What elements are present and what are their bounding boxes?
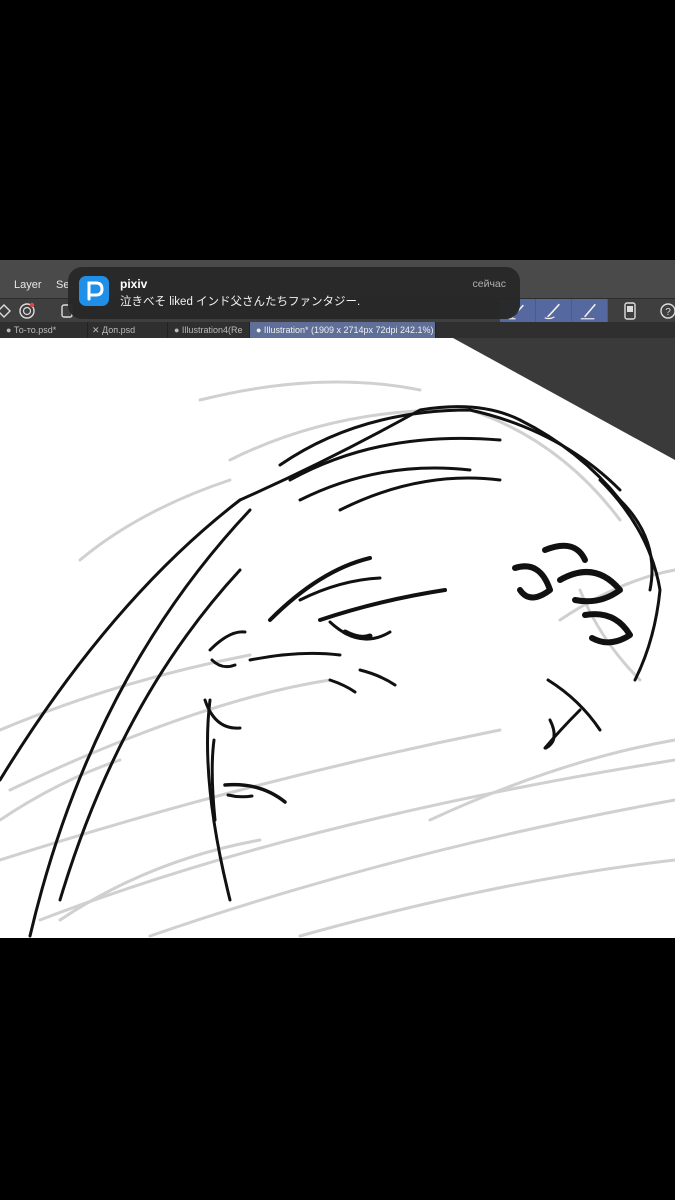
tab-dop[interactable]: ✕ Доп.psd: [86, 322, 168, 338]
pencil-brush-icon[interactable]: [572, 299, 608, 323]
tab-illustration4[interactable]: ● Illustration4(Re: [168, 322, 250, 338]
canvas-area[interactable]: [0, 338, 675, 938]
drawing-canvas[interactable]: [0, 338, 675, 938]
menu-layer[interactable]: Layer: [14, 279, 42, 291]
phone-icon[interactable]: [620, 301, 640, 321]
notification-time: сейчас: [472, 278, 506, 290]
pixiv-notification[interactable]: pixiv 泣きべそ liked インド父さんたちファンタジー. сейчас: [68, 267, 520, 319]
brush-icon[interactable]: [536, 299, 572, 323]
tab-to-to[interactable]: ● То-то.psd*: [0, 322, 88, 338]
tab-illustration[interactable]: ● Illustration* (1909 x 2714px 72dpi 242…: [250, 322, 436, 338]
clip-studio-window: Layer Se ? ● То-то.psd* ✕ Доп.psd ● Illu…: [0, 260, 675, 938]
document-tabs: ● То-то.psd* ✕ Доп.psd ● Illustration4(R…: [0, 322, 675, 338]
notification-message: 泣きべそ liked インド父さんたちファンタジー.: [120, 296, 361, 308]
svg-text:?: ?: [665, 307, 671, 318]
help-icon[interactable]: ?: [658, 301, 675, 321]
notification-app-name: pixiv: [120, 277, 148, 291]
pixiv-logo-icon: [79, 276, 109, 306]
transform-icon[interactable]: [0, 301, 14, 321]
lasso-icon[interactable]: [17, 301, 37, 321]
